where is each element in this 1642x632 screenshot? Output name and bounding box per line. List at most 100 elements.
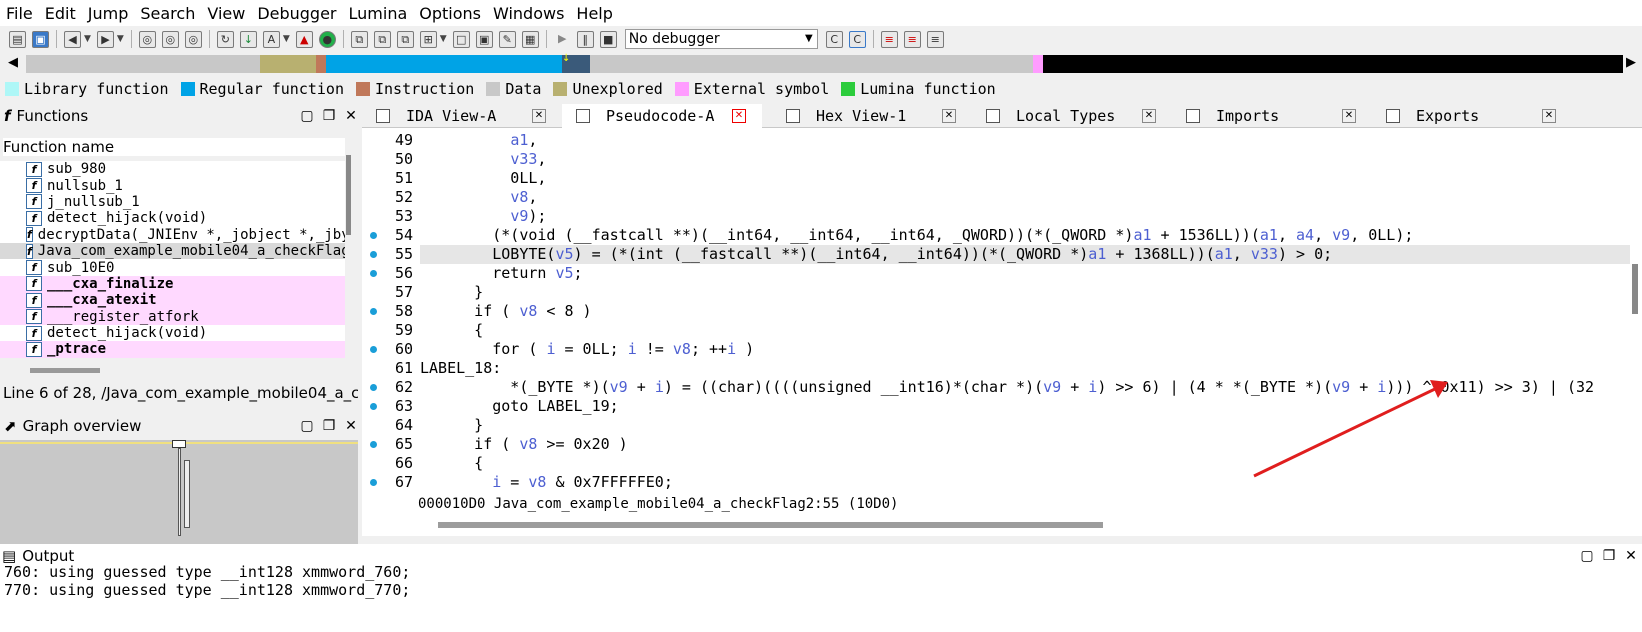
- function-list-item[interactable]: f detect_hijack(void): [0, 325, 345, 341]
- function-list-hscroll[interactable]: [30, 368, 100, 373]
- function-list-item[interactable]: f Java_com_example_mobile04_a_checkFlag2: [0, 242, 345, 260]
- nav-right-arrow-icon[interactable]: ▶: [1626, 55, 1636, 70]
- close-icon[interactable]: ✕: [1342, 109, 1356, 123]
- menu-file[interactable]: File: [0, 4, 39, 23]
- code-line[interactable]: 51 0LL,: [362, 169, 1642, 188]
- breakpoint-dot-icon[interactable]: [370, 308, 377, 315]
- chevron-down-icon[interactable]: ▼: [283, 34, 290, 44]
- nav-left-arrow-icon[interactable]: ◀: [8, 55, 18, 70]
- restore-icon[interactable]: ❐: [1598, 548, 1620, 564]
- close-icon[interactable]: ✕: [340, 418, 362, 434]
- tab-imports[interactable]: Imports ✕: [1172, 104, 1372, 128]
- breakpoint-dot-icon[interactable]: [370, 479, 377, 486]
- output-text[interactable]: 760: using guessed type __int128 xmmword…: [4, 563, 410, 599]
- code-line[interactable]: 52 v8,: [362, 188, 1642, 207]
- tab-pseudocode-a[interactable]: Pseudocode-A ✕: [562, 104, 762, 128]
- breakpoint-dot-icon[interactable]: [370, 346, 377, 353]
- menu-debugger[interactable]: Debugger: [251, 4, 342, 23]
- close-icon[interactable]: ✕: [732, 109, 746, 123]
- run-icon[interactable]: ●: [318, 30, 336, 48]
- function-list-item[interactable]: f sub_10E0: [0, 259, 345, 276]
- function-list-item[interactable]: f j_nullsub_1: [0, 194, 345, 210]
- maximize-icon[interactable]: ▢: [296, 418, 318, 434]
- close-icon[interactable]: ✕: [942, 109, 956, 123]
- layout-icon[interactable]: ⊞: [419, 30, 437, 48]
- font-icon[interactable]: A: [262, 30, 280, 48]
- code-line[interactable]: 60 for ( i = 0LL; i != v8; ++i ): [362, 340, 1642, 359]
- function-list-item[interactable]: f _ptrace: [0, 341, 345, 358]
- code-line[interactable]: 49 a1,: [362, 131, 1642, 150]
- open-icon[interactable]: ▤: [9, 30, 26, 48]
- menu-edit[interactable]: Edit: [39, 4, 82, 23]
- close-icon[interactable]: ✕: [1620, 548, 1642, 564]
- breakpoint-dot-icon[interactable]: [370, 232, 377, 239]
- function-list[interactable]: f sub_980 f nullsub_1 f j_nullsub_1 f detect_hi…: [0, 161, 345, 358]
- breakpoint-dot-icon[interactable]: [370, 251, 377, 258]
- close-icon[interactable]: ✕: [532, 109, 546, 123]
- graph-icon[interactable]: ◎: [138, 30, 156, 48]
- code-line[interactable]: 54 (*(void (__fastcall **)(__int64, __in…: [362, 226, 1642, 245]
- navigation-band[interactable]: ◀ ↓ ▶: [0, 53, 1642, 75]
- list-icon[interactable]: ≡: [880, 30, 898, 48]
- pseudocode-view[interactable]: IDA View-A ✕ Pseudocode-A ✕ Hex View-1 ✕ Local…: [362, 104, 1642, 536]
- pause-icon[interactable]: ‖: [576, 30, 594, 48]
- stop-icon[interactable]: ■: [599, 30, 617, 48]
- restore-icon[interactable]: ❐: [318, 108, 340, 124]
- close-icon[interactable]: ✕: [1542, 109, 1556, 123]
- maximize-icon[interactable]: ▢: [1576, 548, 1598, 564]
- menu-windows[interactable]: Windows: [487, 4, 570, 23]
- copy-icon[interactable]: ⧉: [373, 30, 391, 48]
- breakpoint-dot-icon[interactable]: [370, 270, 377, 277]
- chevron-down-icon[interactable]: ▼: [440, 34, 447, 44]
- save-icon[interactable]: ▣: [32, 30, 49, 48]
- chevron-down-icon[interactable]: ▼: [117, 34, 124, 44]
- copy-icon[interactable]: ⧉: [350, 30, 368, 48]
- code-line[interactable]: 58 if ( v8 < 8 ): [362, 302, 1642, 321]
- breakpoint-dot-icon[interactable]: [370, 403, 377, 410]
- close-icon[interactable]: ✕: [1142, 109, 1156, 123]
- menu-view[interactable]: View: [201, 4, 251, 23]
- breakpoint-icon[interactable]: ▲: [295, 30, 313, 48]
- play-icon[interactable]: ▶: [554, 31, 571, 48]
- list-remove-icon[interactable]: ≡: [903, 30, 921, 48]
- back-icon[interactable]: ◀: [64, 30, 81, 48]
- function-list-item[interactable]: f nullsub_1: [0, 177, 345, 194]
- breakpoint-dot-icon[interactable]: [370, 441, 377, 448]
- jump-icon[interactable]: ↓: [239, 30, 257, 48]
- graph-canvas[interactable]: [0, 440, 358, 544]
- tab-ida-view-a[interactable]: IDA View-A ✕: [362, 104, 562, 128]
- function-list-item[interactable]: f ___register_atfork: [0, 308, 345, 325]
- menu-lumina[interactable]: Lumina: [343, 4, 414, 23]
- maximize-icon[interactable]: ▢: [296, 108, 318, 124]
- code-line[interactable]: 56 return v5;: [362, 264, 1642, 283]
- snapshot-icon[interactable]: ▦: [521, 30, 539, 48]
- code-hscroll[interactable]: [438, 522, 1103, 528]
- debugger-select[interactable]: No debugger ▼: [624, 29, 818, 49]
- code-line[interactable]: 57 }: [362, 283, 1642, 302]
- tab-exports[interactable]: Exports ✕: [1372, 104, 1572, 128]
- menu-jump[interactable]: Jump: [82, 4, 135, 23]
- code-line[interactable]: 59 {: [362, 321, 1642, 340]
- code-vscroll[interactable]: [1632, 264, 1638, 314]
- menu-search[interactable]: Search: [134, 4, 201, 23]
- paste-icon[interactable]: ⧉: [396, 30, 414, 48]
- function-list-scrollbar[interactable]: [345, 149, 353, 357]
- function-list-item[interactable]: f ___cxa_finalize: [0, 275, 345, 293]
- function-list-item[interactable]: f ___cxa_atexit: [0, 292, 345, 309]
- tree-icon[interactable]: ≡: [926, 30, 944, 48]
- code-line[interactable]: 53 v9);: [362, 207, 1642, 226]
- column-header[interactable]: Function name: [3, 138, 345, 156]
- refresh-icon[interactable]: ↻: [216, 30, 234, 48]
- tools-icon[interactable]: ✎: [498, 30, 516, 48]
- camera-icon[interactable]: ▣: [475, 30, 493, 48]
- code-line[interactable]: 50 v33,: [362, 150, 1642, 169]
- code-line[interactable]: 55 LOBYTE(v5) = (*(int (__fastcall **)(_…: [370, 245, 1630, 264]
- breakpoint-dot-icon[interactable]: [370, 384, 377, 391]
- case-icon[interactable]: C: [825, 30, 843, 48]
- text-view-icon[interactable]: ◎: [161, 30, 179, 48]
- function-list-item[interactable]: f detect_hijack(void): [0, 210, 345, 226]
- function-list-item[interactable]: f sub_980: [0, 161, 345, 177]
- tab-hex-view-1[interactable]: Hex View-1 ✕: [772, 104, 972, 128]
- close-icon[interactable]: ✕: [340, 108, 362, 124]
- forward-icon[interactable]: ▶: [96, 30, 114, 48]
